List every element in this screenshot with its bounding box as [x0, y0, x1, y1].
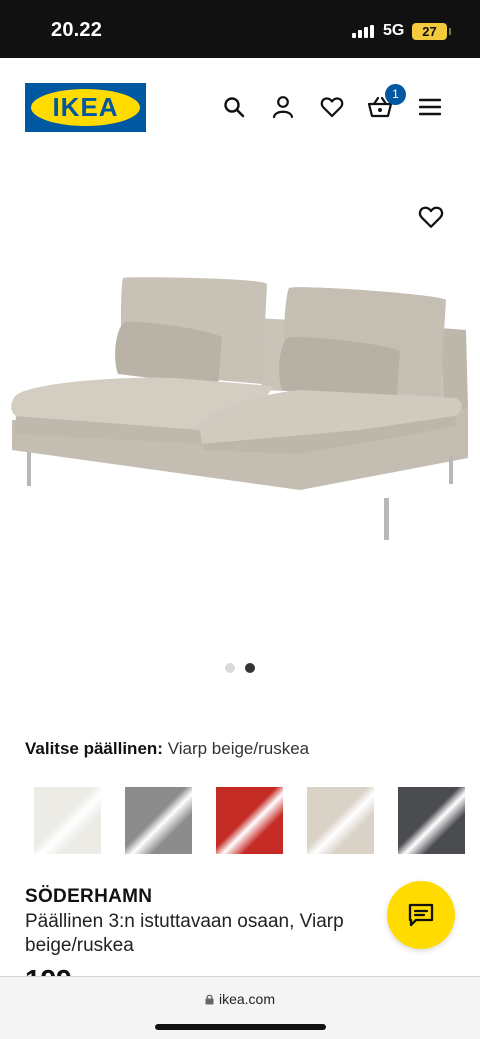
chat-icon — [408, 903, 434, 927]
cover-swatch[interactable] — [125, 787, 192, 854]
ikea-logo[interactable]: IKEA — [25, 83, 146, 132]
image-pagination — [225, 663, 257, 673]
logo-text: IKEA — [52, 92, 119, 122]
logo-oval: IKEA — [31, 89, 140, 126]
product-name: SÖDERHAMN — [25, 886, 153, 907]
status-time: 20.22 — [51, 19, 103, 41]
battery-icon: 27 — [412, 23, 451, 40]
cover-selector-label: Valitse päällinen: Viarp beige/ruskea — [25, 739, 309, 759]
cover-swatch[interactable] — [216, 787, 283, 854]
product-image[interactable] — [0, 158, 480, 678]
menu-icon[interactable] — [417, 94, 443, 120]
sofa-illustration — [11, 277, 468, 540]
search-icon[interactable] — [221, 94, 247, 120]
battery-level: 27 — [422, 24, 437, 39]
cover-swatch[interactable] — [307, 787, 374, 854]
home-indicator — [155, 1024, 326, 1030]
product-description: Päällinen 3:n istuttavaan osaan, Viarp b… — [25, 911, 344, 956]
pagination-dot[interactable] — [245, 663, 255, 673]
cover-label-title: Valitse päällinen: — [25, 739, 163, 758]
site-header: IKEA — [0, 58, 480, 158]
signal-icon — [352, 25, 375, 38]
pagination-dot[interactable] — [225, 663, 235, 673]
cover-swatch[interactable] — [34, 787, 101, 854]
user-icon[interactable] — [270, 94, 296, 120]
status-bar: 20.22 5G 27 — [0, 0, 480, 58]
url-display[interactable]: ikea.com — [0, 991, 480, 1007]
cover-swatch[interactable] — [398, 787, 465, 854]
chat-button[interactable] — [387, 881, 455, 949]
cart-count-badge: 1 — [385, 84, 406, 105]
browser-url-bar[interactable]: ikea.com — [0, 976, 480, 1039]
lock-icon — [205, 994, 214, 1005]
heart-icon[interactable] — [319, 94, 345, 120]
network-label: 5G — [383, 22, 405, 39]
cover-selected-value: Viarp beige/ruskea — [167, 739, 310, 758]
add-to-favourites-icon[interactable] — [418, 205, 444, 231]
url-text: ikea.com — [218, 991, 276, 1007]
